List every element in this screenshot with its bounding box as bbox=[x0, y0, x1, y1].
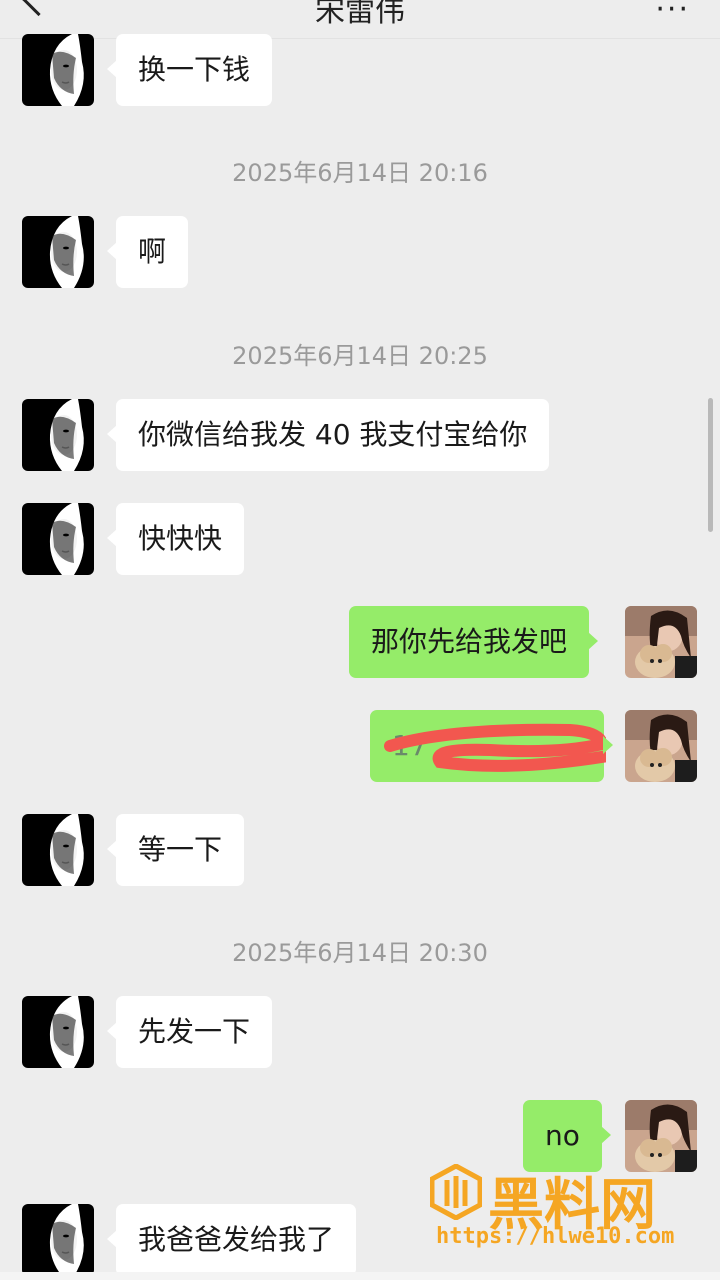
incoming-message-bubble[interactable]: 等一下 bbox=[106, 814, 245, 886]
incoming-message-bubble[interactable]: 换一下钱 bbox=[106, 34, 273, 106]
incoming-message-bubble[interactable]: 我爸爸发给我了 bbox=[106, 1204, 357, 1272]
scrollbar[interactable] bbox=[708, 398, 713, 532]
message-row: 啊 bbox=[0, 216, 720, 290]
message-row: 换一下钱 bbox=[0, 34, 720, 108]
contact-avatar[interactable] bbox=[22, 399, 94, 471]
input-bar-edge bbox=[0, 1272, 720, 1280]
hexagon-logo-icon bbox=[430, 1164, 482, 1220]
red-scribble-redaction bbox=[384, 723, 606, 772]
contact-avatar[interactable] bbox=[22, 216, 94, 288]
incoming-message-bubble[interactable]: 先发一下 bbox=[106, 996, 273, 1068]
contact-avatar[interactable] bbox=[22, 1204, 94, 1272]
chat-title: 宋雷伟 bbox=[315, 0, 405, 29]
user-avatar[interactable] bbox=[625, 606, 697, 678]
outgoing-message-bubble[interactable]: 那你先给我发吧 bbox=[349, 606, 599, 678]
contact-avatar[interactable] bbox=[22, 34, 94, 106]
contact-avatar[interactable] bbox=[22, 503, 94, 575]
watermark: 黑料网 https://hlwe10.com bbox=[430, 1160, 720, 1260]
outgoing-message-bubble[interactable]: 17 bbox=[370, 710, 613, 782]
timestamp: 2025年6月14日 20:30 bbox=[232, 939, 488, 967]
incoming-message-bubble[interactable]: 你微信给我发 40 我支付宝给你 bbox=[106, 399, 550, 471]
message-row: 等一下 bbox=[0, 814, 720, 888]
user-avatar[interactable] bbox=[625, 710, 697, 782]
contact-avatar[interactable] bbox=[22, 996, 94, 1068]
incoming-message-bubble[interactable]: 快快快 bbox=[106, 503, 245, 575]
timestamp: 2025年6月14日 20:25 bbox=[232, 342, 488, 370]
message-row: 你微信给我发 40 我支付宝给你 bbox=[0, 399, 720, 473]
message-row: 17 bbox=[0, 710, 720, 784]
message-row: 快快快 bbox=[0, 503, 720, 577]
incoming-message-bubble[interactable]: 啊 bbox=[106, 216, 189, 288]
timestamp: 2025年6月14日 20:16 bbox=[232, 159, 488, 187]
message-row: 先发一下 bbox=[0, 996, 720, 1070]
ellipsis-icon[interactable]: ··· bbox=[655, 0, 690, 27]
message-row: 那你先给我发吧 bbox=[0, 606, 720, 680]
contact-avatar[interactable] bbox=[22, 814, 94, 886]
watermark-url: https://hlwe10.com bbox=[436, 1224, 675, 1249]
